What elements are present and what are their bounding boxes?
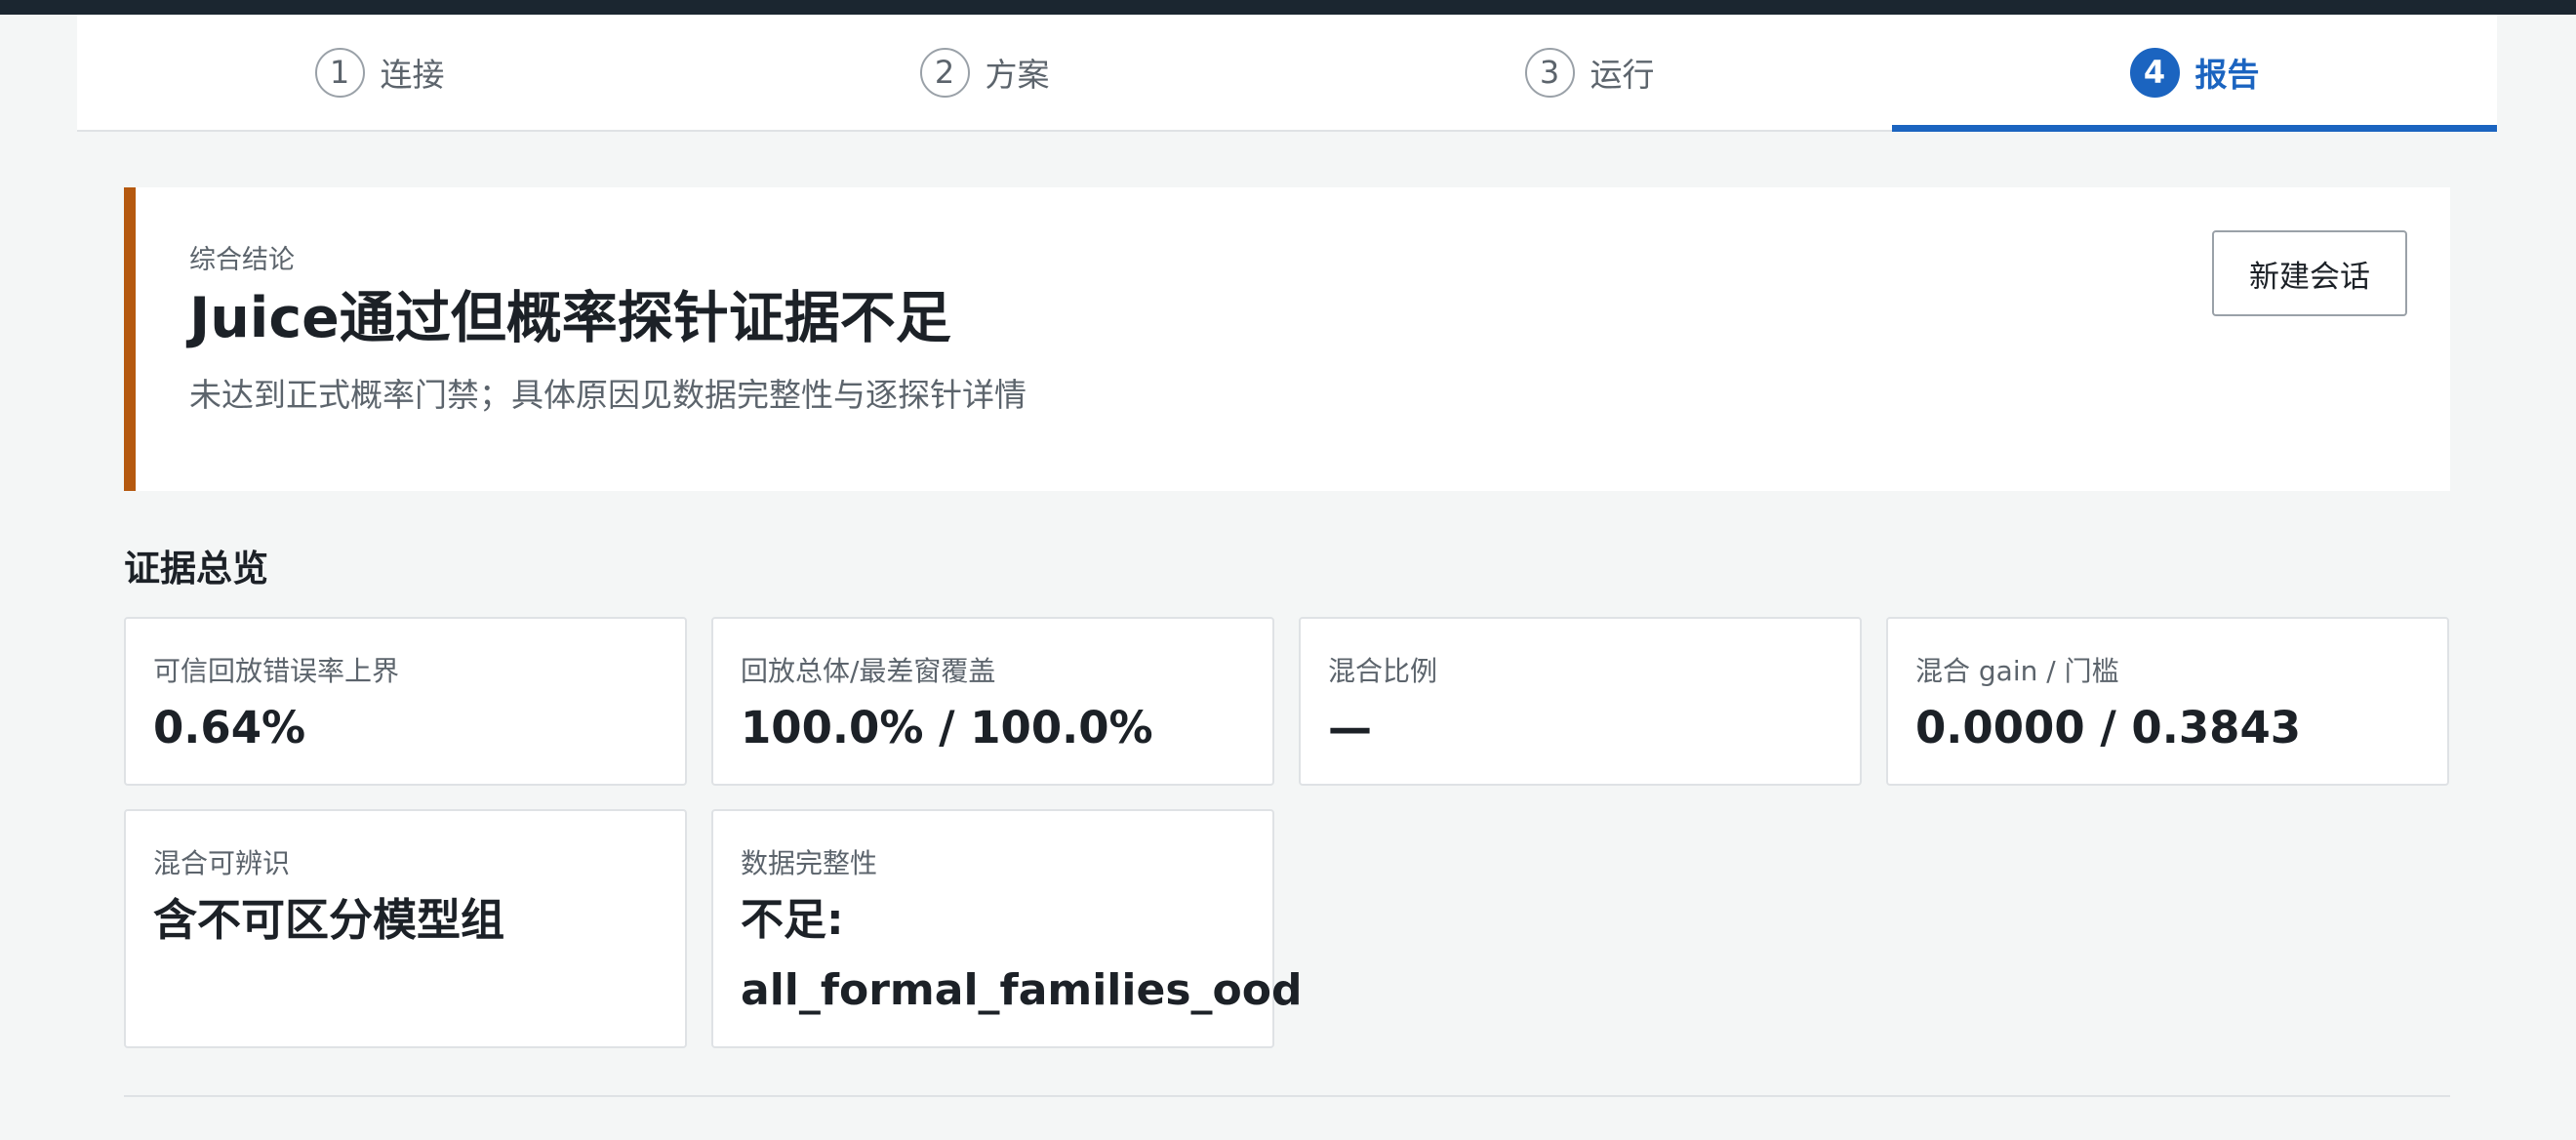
step-label: 运行 <box>1590 56 1655 94</box>
metric-card: 混合比例 — <box>1299 617 1862 786</box>
metric-card: 回放总体/最差窗覆盖 100.0% / 100.0% <box>711 617 1274 786</box>
verdict-eyebrow: 综合结论 <box>189 245 295 275</box>
verdict-panel: 综合结论 Juice通过但概率探针证据不足 未达到正式概率门禁；具体原因见数据完… <box>124 187 2450 491</box>
step-connect[interactable]: 1 连接 <box>77 15 682 130</box>
metric-value: 含不可区分模型组 <box>153 894 505 946</box>
metric-card: 可信回放错误率上界 0.64% <box>124 617 687 786</box>
step-label: 方案 <box>985 56 1050 94</box>
metric-label: 混合可辨识 <box>153 847 291 879</box>
step-number: 2 <box>919 47 970 98</box>
top-bar <box>0 0 2576 15</box>
metric-value: 100.0% / 100.0% <box>741 702 1153 753</box>
step-report[interactable]: 4 报告 <box>1892 15 2497 132</box>
section-divider <box>124 1095 2450 1097</box>
metric-label: 混合比例 <box>1328 655 1438 687</box>
metric-value: — <box>1328 702 1372 753</box>
verdict-title: Juice通过但概率探针证据不足 <box>189 286 951 350</box>
step-label: 报告 <box>2194 56 2260 94</box>
step-label: 连接 <box>380 56 445 94</box>
new-session-button[interactable]: 新建会话 <box>2212 230 2407 316</box>
metric-label: 可信回放错误率上界 <box>153 655 400 687</box>
step-run[interactable]: 3 运行 <box>1287 15 1892 130</box>
step-number: 4 <box>2129 47 2180 98</box>
metric-label: 数据完整性 <box>741 847 878 879</box>
metric-value: 0.64% <box>153 702 306 753</box>
step-plan[interactable]: 2 方案 <box>682 15 1287 130</box>
step-number: 3 <box>1524 47 1575 98</box>
metric-card: 混合可辨识 含不可区分模型组 <box>124 809 687 1048</box>
progress-stepper: 1 连接 2 方案 3 运行 4 报告 <box>77 15 2497 132</box>
metric-label: 混合 gain / 门槛 <box>1915 655 2119 687</box>
metric-value: 不足: all_formal_families_ood <box>741 895 1303 1015</box>
metric-label: 回放总体/最差窗覆盖 <box>741 655 996 687</box>
metric-card: 数据完整性 不足: all_formal_families_ood <box>711 809 1303 1048</box>
metric-value: 0.0000 / 0.3843 <box>1915 702 2302 753</box>
evidence-section-title: 证据总览 <box>124 548 268 590</box>
step-number: 1 <box>314 47 365 98</box>
verdict-subtitle: 未达到正式概率门禁；具体原因见数据完整性与逐探针详情 <box>189 376 1026 414</box>
metric-card: 混合 gain / 门槛 0.0000 / 0.3843 <box>1886 617 2449 786</box>
